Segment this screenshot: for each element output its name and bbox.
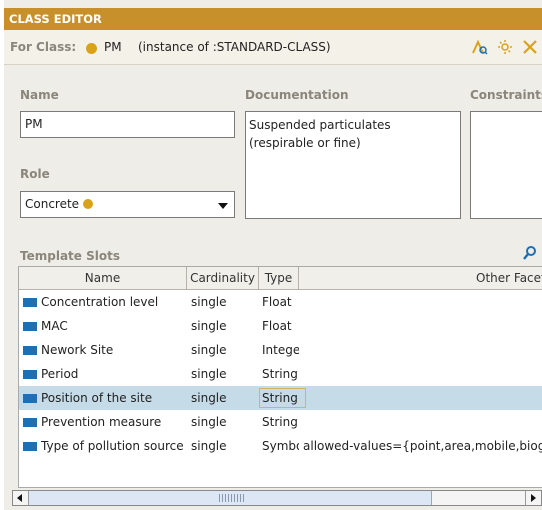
scroll-left-icon[interactable] [13, 491, 29, 505]
role-dropdown[interactable]: Concrete [20, 191, 235, 218]
documentation-field[interactable]: Suspended particulates (respirable or fi… [245, 111, 461, 219]
horizontal-scrollbar[interactable] [12, 490, 542, 506]
column-header-cardinality[interactable]: Cardinality [187, 267, 259, 289]
slot-type-cell[interactable]: Float [262, 290, 299, 314]
slot-cardinality-cell[interactable]: single [191, 362, 257, 386]
role-value: Concrete [25, 197, 80, 211]
table-row[interactable]: Position of the site single String [19, 386, 542, 410]
table-row[interactable]: Period single String [19, 362, 542, 386]
slot-name-cell[interactable]: Prevention measure [41, 410, 187, 434]
slot-facets-cell[interactable] [303, 362, 542, 386]
scroll-right-icon[interactable] [525, 491, 541, 505]
role-label: Role [20, 167, 50, 181]
chevron-down-icon[interactable] [218, 203, 228, 209]
slot-name-cell[interactable]: Period [41, 362, 187, 386]
for-class-bar: For Class: PM (instance of :STANDARD-CLA… [4, 30, 542, 65]
documentation-label: Documentation [245, 88, 349, 102]
slot-icon [23, 298, 37, 307]
table-row[interactable]: Type of pollution sourcesingleSymbolallo… [19, 434, 542, 458]
template-slots-table: Name Cardinality Type Other Facets Conce… [18, 266, 542, 488]
slot-facets-cell[interactable] [303, 386, 542, 410]
class-editor-panel: CLASS EDITOR For Class: PM (instance of … [4, 0, 542, 510]
slot-type-cell[interactable]: Symbol [262, 434, 299, 458]
slot-type-cell[interactable]: String [262, 410, 299, 434]
slot-icon [23, 418, 37, 427]
close-icon[interactable] [521, 39, 539, 55]
slot-icon [23, 442, 37, 451]
slot-icon [23, 394, 37, 403]
slot-type-cell[interactable]: String [262, 362, 299, 386]
slot-type-cell[interactable]: Integer [262, 338, 299, 362]
slot-facets-cell[interactable]: allowed-values={point,area,mobile,biogen… [303, 434, 542, 458]
template-slots-header: Template Slots [4, 243, 542, 267]
constraints-label: Constraints [470, 88, 542, 102]
class-name: PM [104, 40, 122, 54]
find-icon[interactable] [470, 39, 488, 55]
slot-name-cell[interactable]: Concentration level [41, 290, 187, 314]
scroll-thumb[interactable] [29, 491, 432, 505]
window-title: CLASS EDITOR [4, 8, 542, 30]
slot-type-cell[interactable]: Float [262, 314, 299, 338]
instance-of-text: (instance of :STANDARD-CLASS) [138, 40, 331, 54]
table-header: Name Cardinality Type Other Facets [19, 267, 542, 290]
name-field[interactable]: PM [20, 111, 235, 138]
slot-icon [23, 322, 37, 331]
column-header-name[interactable]: Name [19, 267, 187, 289]
slot-cardinality-cell[interactable]: single [191, 290, 257, 314]
table-row[interactable]: Prevention measure single String [19, 410, 542, 434]
column-header-other-facets[interactable]: Other Facets [299, 267, 542, 289]
slot-cardinality-cell[interactable]: single [191, 434, 257, 458]
slot-cardinality-cell[interactable]: single [191, 386, 257, 410]
template-slots-label: Template Slots [20, 249, 120, 263]
slot-cardinality-cell[interactable]: single [191, 314, 257, 338]
search-icon[interactable] [522, 245, 538, 264]
role-color-icon [83, 199, 94, 209]
grip-icon [219, 494, 245, 502]
slot-icon [23, 346, 37, 355]
for-class-label: For Class: [10, 40, 77, 54]
settings-icon[interactable] [496, 39, 514, 55]
focused-cell-outline [259, 388, 306, 408]
class-color-icon [86, 43, 97, 54]
table-row[interactable]: Concentration level single Float [19, 290, 542, 314]
slot-icon [23, 370, 37, 379]
slot-cardinality-cell[interactable]: single [191, 410, 257, 434]
slot-name-cell[interactable]: Position of the site [41, 386, 187, 410]
slot-name-cell[interactable]: MAC [41, 314, 187, 338]
slot-name-cell[interactable]: Nework Site [41, 338, 187, 362]
table-row[interactable]: MAC single Float [19, 314, 542, 338]
slot-name-cell[interactable]: Type of pollution source [41, 434, 187, 458]
constraints-field[interactable] [470, 111, 542, 219]
slot-facets-cell[interactable] [303, 338, 542, 362]
slot-facets-cell[interactable] [303, 290, 542, 314]
name-label: Name [20, 88, 59, 102]
slot-facets-cell[interactable] [303, 410, 542, 434]
column-header-type[interactable]: Type [259, 267, 299, 289]
table-row[interactable]: Nework SitesingleInteger [19, 338, 542, 362]
slot-cardinality-cell[interactable]: single [191, 338, 257, 362]
slot-facets-cell[interactable] [303, 314, 542, 338]
